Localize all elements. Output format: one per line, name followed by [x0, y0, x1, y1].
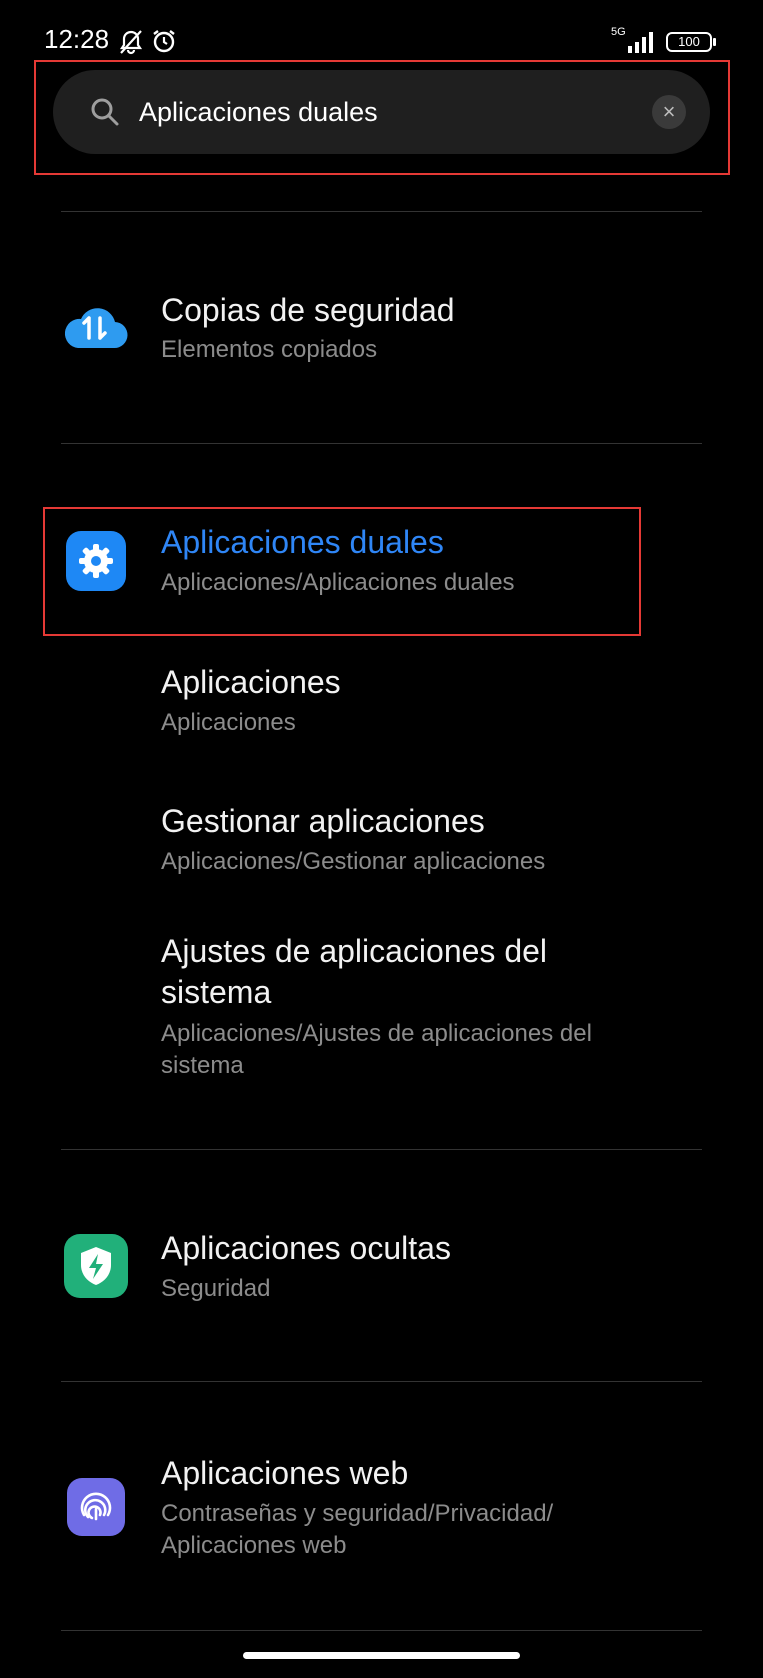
alarm-icon [153, 30, 175, 53]
result-item-manage-apps[interactable]: Gestionar aplicaciones Aplicaciones/Gest… [0, 794, 763, 894]
search-icon [91, 98, 119, 126]
divider [61, 1381, 702, 1382]
result-item-apps[interactable]: Aplicaciones Aplicaciones [0, 655, 763, 755]
result-subtitle: Aplicaciones [161, 709, 296, 736]
result-item-backup[interactable]: Copias de seguridad Elementos copiados [0, 260, 763, 380]
divider [61, 1149, 702, 1150]
result-title: Aplicaciones ocultas [161, 1230, 451, 1266]
result-item-hidden-apps[interactable]: Aplicaciones ocultas Seguridad [0, 1222, 763, 1332]
bell-off-icon [119, 30, 143, 55]
result-subtitle: Aplicaciones/Gestionar aplicaciones [161, 848, 546, 875]
result-subtitle: Elementos copiados [161, 336, 378, 363]
divider [61, 443, 702, 444]
result-subtitle-line2: Aplicaciones web [161, 1532, 347, 1559]
signal-icon [628, 32, 653, 53]
divider [61, 1630, 702, 1631]
divider [61, 211, 702, 212]
search-input[interactable] [139, 70, 599, 154]
shield-bolt-icon [64, 1234, 128, 1298]
result-title: Gestionar aplicaciones [161, 803, 485, 839]
search-bar[interactable]: × [53, 70, 710, 154]
cloud-sync-icon [64, 308, 128, 349]
battery-level: 100 [678, 34, 700, 49]
result-item-system-app-settings[interactable]: Ajustes de aplicaciones del sistema Apli… [0, 926, 763, 1086]
status-time: 12:28 [44, 24, 110, 54]
result-item-web-apps[interactable]: Aplicaciones web Contraseñas y seguridad… [0, 1447, 763, 1577]
gear-icon [66, 531, 126, 591]
result-title-line2: sistema [161, 974, 272, 1010]
result-title: Copias de seguridad [161, 292, 455, 328]
result-subtitle: Aplicaciones/Aplicaciones duales [161, 569, 515, 596]
close-icon[interactable]: × [652, 95, 686, 129]
home-indicator[interactable] [243, 1652, 520, 1659]
result-subtitle-line2: sistema [161, 1052, 244, 1079]
result-subtitle-line1: Contraseñas y seguridad/Privacidad/ [161, 1500, 554, 1527]
result-subtitle-line1: Aplicaciones/Ajustes de aplicaciones del [161, 1020, 592, 1047]
battery-icon: 100 [666, 32, 712, 52]
battery-tip [713, 38, 716, 46]
result-title: Aplicaciones [161, 664, 341, 700]
result-title: Aplicaciones web [161, 1455, 409, 1491]
result-subtitle: Seguridad [161, 1275, 271, 1302]
network-type: 5G [611, 26, 626, 38]
fingerprint-icon [67, 1478, 125, 1536]
result-title-line1: Ajustes de aplicaciones del [161, 933, 548, 969]
result-title: Aplicaciones duales [161, 524, 444, 560]
result-item-dual-apps[interactable]: Aplicaciones duales Aplicaciones/Aplicac… [0, 515, 763, 630]
